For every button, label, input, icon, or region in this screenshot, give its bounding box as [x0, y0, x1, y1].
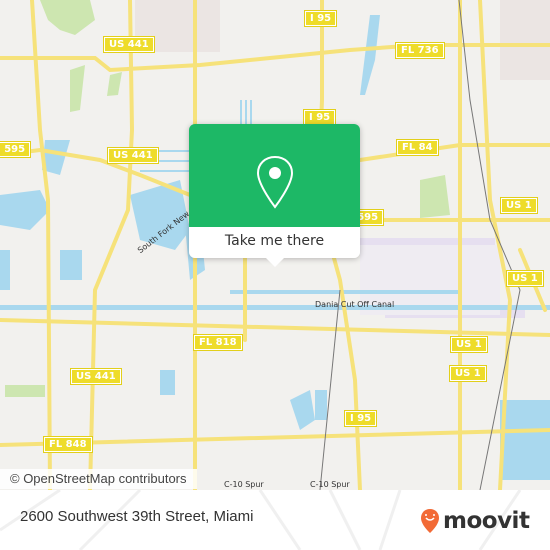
road-shield: US 1	[506, 270, 544, 287]
water-label: C-10 Spur	[310, 480, 350, 489]
take-me-there-button[interactable]: Take me there	[189, 227, 360, 258]
road-shield: US 441	[70, 368, 122, 385]
park-area	[5, 385, 45, 397]
water-label: Dania Cut Off Canal	[315, 300, 395, 309]
moovit-logo[interactable]: moovit	[420, 506, 530, 536]
airport-runway	[355, 238, 495, 246]
park-area	[70, 65, 85, 112]
address-text: 2600 Southwest 39th Street, Miami	[20, 508, 254, 525]
road-shield: I 95	[302, 109, 337, 126]
urban-area	[500, 0, 550, 80]
location-popup[interactable]: Take me there	[189, 124, 360, 267]
road-shield: I 95	[343, 410, 378, 427]
map-attribution[interactable]: © OpenStreetMap contributors	[0, 469, 197, 489]
footer-bar: 2600 Southwest 39th Street, Miami moovit	[0, 490, 550, 550]
road-shield: FL 818	[193, 334, 243, 351]
map-view[interactable]: US 441 US 441 I 595 I 95 I 95 FL 736 FL …	[0, 0, 550, 490]
water-label: C-10 Spur	[224, 480, 264, 489]
park-area	[420, 175, 450, 218]
road-shield: US 1	[450, 336, 488, 353]
moovit-pin-icon	[421, 509, 439, 533]
road-shield: FL 84	[396, 139, 439, 156]
road-shield: US 441	[103, 36, 155, 53]
road-shield: I 595	[0, 141, 32, 158]
park-area	[40, 0, 95, 35]
road-shield: FL 736	[395, 42, 445, 59]
road-shield: US 1	[500, 197, 538, 214]
road-shield: FL 848	[43, 436, 93, 453]
brand-name: moovit	[443, 508, 530, 534]
location-pin-icon	[256, 155, 294, 209]
road-shield: US 1	[449, 365, 487, 382]
road-shield: I 95	[303, 10, 338, 27]
road-shield: US 441	[107, 147, 159, 164]
popup-pointer	[265, 257, 285, 267]
popup-header[interactable]	[189, 124, 360, 227]
park-area	[107, 72, 122, 96]
